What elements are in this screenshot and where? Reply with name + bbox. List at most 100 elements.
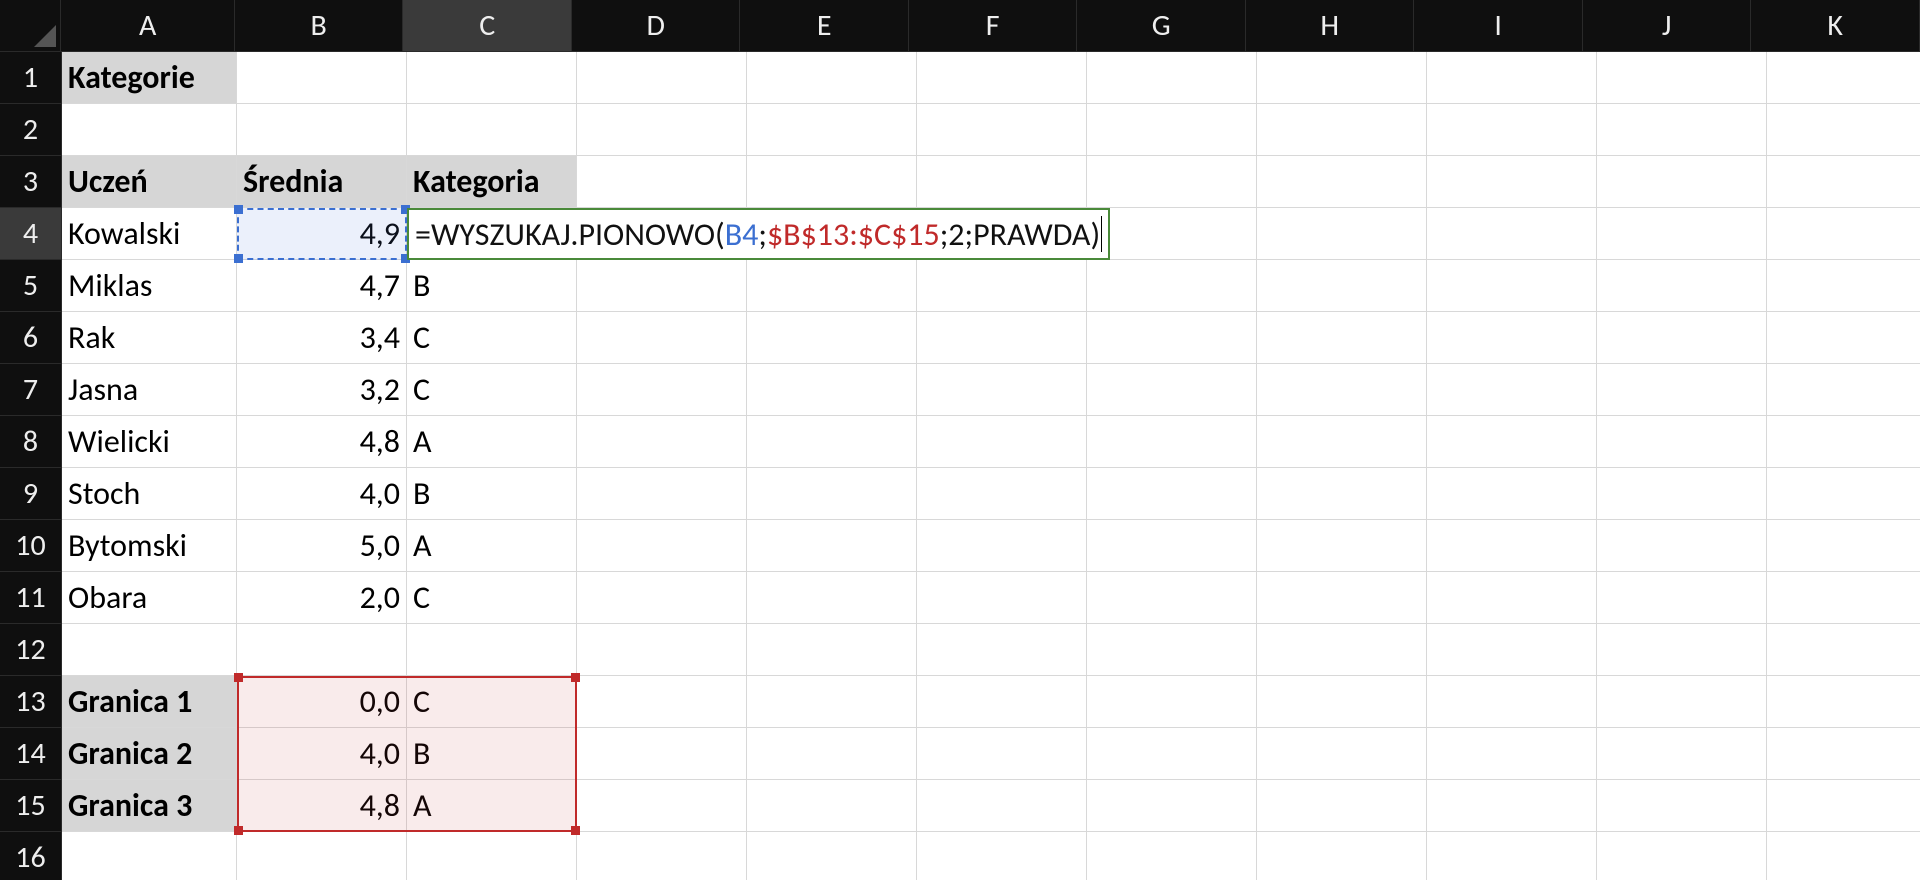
cell-H5[interactable] — [1257, 260, 1427, 312]
cell-B16[interactable] — [237, 832, 407, 880]
cell-J10[interactable] — [1597, 520, 1767, 572]
cell-C9[interactable]: B — [407, 468, 577, 520]
cell-G9[interactable] — [1087, 468, 1257, 520]
cell-J6[interactable] — [1597, 312, 1767, 364]
cell-C6[interactable]: C — [407, 312, 577, 364]
cell-K3[interactable] — [1767, 156, 1920, 208]
cell-grid[interactable]: KategorieUczeńŚredniaKategoriaKowalski4,… — [62, 52, 1920, 880]
cell-F1[interactable] — [917, 52, 1087, 104]
cell-C8[interactable]: A — [407, 416, 577, 468]
cell-E16[interactable] — [747, 832, 917, 880]
cell-C3[interactable]: Kategoria — [407, 156, 577, 208]
cell-D6[interactable] — [577, 312, 747, 364]
cell-A12[interactable] — [62, 624, 237, 676]
cell-E11[interactable] — [747, 572, 917, 624]
cell-D9[interactable] — [577, 468, 747, 520]
cell-D2[interactable] — [577, 104, 747, 156]
cell-H7[interactable] — [1257, 364, 1427, 416]
cell-E10[interactable] — [747, 520, 917, 572]
select-all-corner[interactable] — [0, 0, 61, 52]
row-header-14[interactable]: 14 — [0, 728, 62, 780]
cell-A10[interactable]: Bytomski — [62, 520, 237, 572]
cell-J7[interactable] — [1597, 364, 1767, 416]
cell-H15[interactable] — [1257, 780, 1427, 832]
row-header-16[interactable]: 16 — [0, 832, 62, 880]
cell-G4[interactable] — [1087, 208, 1257, 260]
column-header-J[interactable]: J — [1583, 0, 1752, 52]
cell-B9[interactable]: 4,0 — [237, 468, 407, 520]
cell-A14[interactable]: Granica 2 — [62, 728, 237, 780]
cell-H8[interactable] — [1257, 416, 1427, 468]
cell-J5[interactable] — [1597, 260, 1767, 312]
cell-E1[interactable] — [747, 52, 917, 104]
row-header-5[interactable]: 5 — [0, 260, 62, 312]
cell-B11[interactable]: 2,0 — [237, 572, 407, 624]
cell-I3[interactable] — [1427, 156, 1597, 208]
cell-E5[interactable] — [747, 260, 917, 312]
cell-J13[interactable] — [1597, 676, 1767, 728]
cell-B8[interactable]: 4,8 — [237, 416, 407, 468]
cell-G5[interactable] — [1087, 260, 1257, 312]
cell-F10[interactable] — [917, 520, 1087, 572]
column-header-C[interactable]: C — [403, 0, 572, 52]
cell-G14[interactable] — [1087, 728, 1257, 780]
cell-I1[interactable] — [1427, 52, 1597, 104]
cell-D10[interactable] — [577, 520, 747, 572]
cell-E14[interactable] — [747, 728, 917, 780]
row-header-15[interactable]: 15 — [0, 780, 62, 832]
cell-A4[interactable]: Kowalski — [62, 208, 237, 260]
cell-A11[interactable]: Obara — [62, 572, 237, 624]
cell-G16[interactable] — [1087, 832, 1257, 880]
cell-H12[interactable] — [1257, 624, 1427, 676]
column-header-K[interactable]: K — [1751, 0, 1920, 52]
cell-H1[interactable] — [1257, 52, 1427, 104]
cell-F9[interactable] — [917, 468, 1087, 520]
cell-G13[interactable] — [1087, 676, 1257, 728]
cell-I5[interactable] — [1427, 260, 1597, 312]
cell-I15[interactable] — [1427, 780, 1597, 832]
cell-D12[interactable] — [577, 624, 747, 676]
cell-E15[interactable] — [747, 780, 917, 832]
row-header-10[interactable]: 10 — [0, 520, 62, 572]
cell-K5[interactable] — [1767, 260, 1920, 312]
cell-E2[interactable] — [747, 104, 917, 156]
cell-F8[interactable] — [917, 416, 1087, 468]
cell-G7[interactable] — [1087, 364, 1257, 416]
cell-K11[interactable] — [1767, 572, 1920, 624]
cell-B10[interactable]: 5,0 — [237, 520, 407, 572]
cell-J1[interactable] — [1597, 52, 1767, 104]
cell-G8[interactable] — [1087, 416, 1257, 468]
column-header-A[interactable]: A — [61, 0, 234, 52]
cell-F16[interactable] — [917, 832, 1087, 880]
cell-D7[interactable] — [577, 364, 747, 416]
cell-F14[interactable] — [917, 728, 1087, 780]
cell-A16[interactable] — [62, 832, 237, 880]
cell-B15[interactable]: 4,8 — [237, 780, 407, 832]
cell-F5[interactable] — [917, 260, 1087, 312]
column-header-G[interactable]: G — [1077, 0, 1246, 52]
cell-K7[interactable] — [1767, 364, 1920, 416]
cell-H16[interactable] — [1257, 832, 1427, 880]
cell-J2[interactable] — [1597, 104, 1767, 156]
row-header-13[interactable]: 13 — [0, 676, 62, 728]
cell-J12[interactable] — [1597, 624, 1767, 676]
cell-I11[interactable] — [1427, 572, 1597, 624]
cell-A6[interactable]: Rak — [62, 312, 237, 364]
cell-K13[interactable] — [1767, 676, 1920, 728]
cell-H14[interactable] — [1257, 728, 1427, 780]
column-header-B[interactable]: B — [235, 0, 404, 52]
cell-G10[interactable] — [1087, 520, 1257, 572]
cell-B6[interactable]: 3,4 — [237, 312, 407, 364]
cell-J4[interactable] — [1597, 208, 1767, 260]
cell-F2[interactable] — [917, 104, 1087, 156]
cell-A9[interactable]: Stoch — [62, 468, 237, 520]
cell-F3[interactable] — [917, 156, 1087, 208]
cell-H4[interactable] — [1257, 208, 1427, 260]
cell-A3[interactable]: Uczeń — [62, 156, 237, 208]
cell-J9[interactable] — [1597, 468, 1767, 520]
cell-K4[interactable] — [1767, 208, 1920, 260]
cell-E7[interactable] — [747, 364, 917, 416]
cell-E8[interactable] — [747, 416, 917, 468]
cell-A7[interactable]: Jasna — [62, 364, 237, 416]
cell-G3[interactable] — [1087, 156, 1257, 208]
